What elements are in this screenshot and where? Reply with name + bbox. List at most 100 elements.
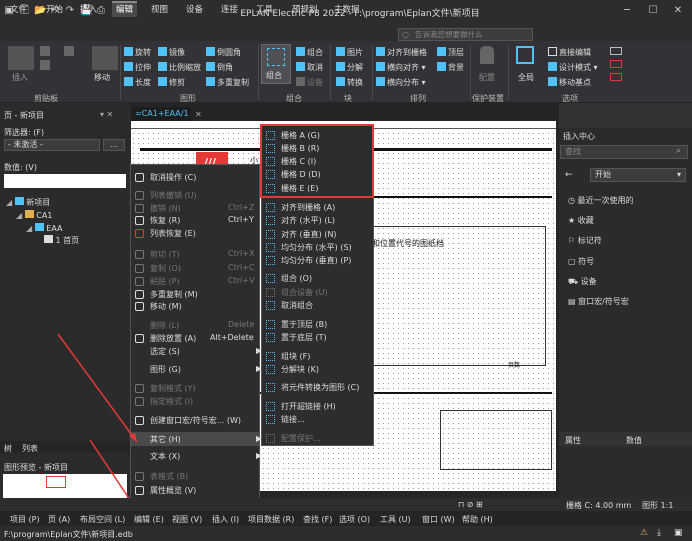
stretch-button[interactable]: 拉伸: [124, 62, 151, 73]
filter-options-button[interactable]: …: [103, 139, 125, 151]
move-icon[interactable]: [92, 46, 118, 70]
item-device[interactable]: ⛟ 设备: [568, 276, 597, 287]
classic-menu-item[interactable]: 编辑 (E): [134, 514, 164, 525]
image-button[interactable]: 图片: [336, 47, 363, 58]
submenu-item[interactable]: 分解块 (K): [266, 364, 319, 375]
submenu-item[interactable]: 对齐 (垂直) (N): [266, 229, 337, 240]
classic-menu-item[interactable]: 插入 (I): [212, 514, 239, 525]
length-button[interactable]: 长度: [124, 77, 151, 88]
back-icon[interactable]: ←: [565, 170, 573, 180]
move-base-point-button[interactable]: 移动基点: [548, 77, 591, 88]
search-input[interactable]: 告诉我您想要做什么: [398, 28, 533, 41]
tab-tools[interactable]: 工具: [256, 3, 273, 15]
submenu-item[interactable]: 置于顶层 (B): [266, 319, 327, 330]
option-icon-2[interactable]: [610, 60, 622, 68]
submenu-item[interactable]: 链接...: [266, 414, 305, 425]
context-menu-item[interactable]: 取消操作 (C): [135, 172, 256, 183]
scale-button[interactable]: 比例缩放: [158, 62, 201, 73]
item-symbol[interactable]: ▢ 符号: [568, 256, 594, 267]
design-mode-button[interactable]: 设计模式 ▾: [548, 62, 598, 73]
tree-item-page-1[interactable]: 1 首页: [44, 235, 79, 246]
redo-icon[interactable]: ↷: [64, 5, 76, 17]
option-icon-3[interactable]: [610, 73, 622, 81]
tab-tree[interactable]: 树: [4, 443, 12, 454]
doc-tab[interactable]: =CA1+EAA/1: [131, 107, 191, 121]
top-layer-button[interactable]: 顶层: [437, 47, 464, 58]
classic-menu-item[interactable]: 项目数据 (R): [248, 514, 294, 525]
insert-center-nav[interactable]: 开始 ▾: [590, 168, 686, 182]
open-icon[interactable]: 📂: [34, 5, 46, 17]
tab-list[interactable]: 列表: [22, 443, 38, 454]
search-icon[interactable]: ⌕: [676, 146, 681, 156]
insert-center-search[interactable]: 查找: [560, 145, 688, 159]
submenu-item[interactable]: 均匀分布 (水平) (S): [266, 242, 352, 253]
tab-device[interactable]: 设备: [186, 3, 203, 15]
tab-connect[interactable]: 连接: [221, 3, 238, 15]
value-input[interactable]: [4, 174, 126, 188]
submenu-item[interactable]: 均匀分布 (垂直) (P): [266, 255, 351, 266]
classic-menu-item[interactable]: 窗口 (W): [422, 514, 455, 525]
distribute-horizontal-button[interactable]: 横向分布 ▾: [376, 77, 426, 88]
tree-item-eaa[interactable]: ◢ EAA: [26, 223, 62, 233]
classic-menu-item[interactable]: 视图 (V): [172, 514, 202, 525]
filter-select[interactable]: - 未激活 -: [4, 139, 100, 151]
doc-tab-close-icon[interactable]: ✕: [195, 110, 202, 119]
multi-copy-button[interactable]: 多重复制: [206, 77, 249, 88]
chamfer-button[interactable]: 倒角: [206, 62, 233, 73]
cut-icon[interactable]: [40, 46, 50, 56]
align-grid-button[interactable]: 对齐到栅格: [376, 47, 427, 58]
paste-icon[interactable]: [8, 46, 34, 70]
warning-icon[interactable]: ⚠: [640, 528, 648, 538]
submenu-item[interactable]: 打开超链接 (H): [266, 401, 336, 412]
submenu-item[interactable]: 置于底层 (T): [266, 332, 327, 343]
convert-button[interactable]: 转换: [336, 77, 363, 88]
submenu-item[interactable]: 组块 (F): [266, 351, 310, 362]
context-menu-item[interactable]: 多重复制 (M): [135, 289, 256, 300]
tree-item-ca1[interactable]: ◢ CA1: [16, 210, 52, 220]
submenu-item[interactable]: 取消组合: [266, 300, 313, 311]
rotate-button[interactable]: 旋转: [124, 47, 151, 58]
trim-button[interactable]: 修剪: [158, 77, 185, 88]
group-small-button[interactable]: 组合: [296, 47, 323, 58]
classic-menu-item[interactable]: 项目 (P): [10, 514, 40, 525]
tab-file[interactable]: 文件: [10, 3, 27, 15]
classic-menu-item[interactable]: 选项 (O): [339, 514, 370, 525]
close-icon[interactable]: ✕: [671, 4, 685, 18]
move-button[interactable]: 移动: [94, 72, 110, 83]
tab-master-data[interactable]: 主数据: [334, 3, 360, 15]
item-marker[interactable]: ⚐ 标记符: [568, 235, 602, 246]
tab-insert[interactable]: 插入: [80, 3, 97, 15]
copy-icon[interactable]: [64, 46, 74, 56]
submenu-item[interactable]: 对齐到栅格 (A): [266, 202, 335, 213]
align-horizontal-button[interactable]: 横向对齐 ▾: [376, 62, 426, 73]
item-favorites[interactable]: ★ 收藏: [568, 215, 594, 226]
tab-edit[interactable]: 编辑: [112, 1, 138, 17]
classic-menu-item[interactable]: 布局空间 (L): [80, 514, 125, 525]
fillet-button[interactable]: 倒圆角: [206, 47, 241, 58]
item-recent[interactable]: ◷ 最近一次使用的: [568, 195, 634, 206]
copy-format-icon[interactable]: [40, 60, 50, 70]
extra-icon[interactable]: ▣: [674, 528, 683, 538]
submenu-item[interactable]: 组合 (O): [266, 273, 312, 284]
minimize-icon[interactable]: ─: [620, 4, 634, 18]
classic-menu-item[interactable]: 帮助 (H): [462, 514, 493, 525]
mirror-button[interactable]: 镜像: [158, 47, 185, 58]
classic-menu-item[interactable]: 页 (A): [48, 514, 70, 525]
context-menu-item[interactable]: 列表恢复 (E): [135, 228, 256, 239]
explode-button[interactable]: 分解: [336, 62, 363, 73]
paste-button[interactable]: 插入: [12, 72, 28, 83]
submenu-item[interactable]: 将元件转换为图形 (C): [266, 382, 359, 393]
background-button[interactable]: 背景: [437, 62, 464, 73]
direct-edit-button[interactable]: 直接编辑: [548, 47, 591, 58]
context-menu-item[interactable]: 移动 (M): [135, 301, 256, 312]
tab-preplanning[interactable]: 预规划: [292, 3, 318, 15]
download-icon[interactable]: ⤓: [657, 528, 661, 538]
maximize-icon[interactable]: ☐: [646, 4, 660, 18]
classic-menu-item[interactable]: 工具 (U): [380, 514, 411, 525]
option-icon-1[interactable]: [610, 47, 622, 55]
global-button[interactable]: 全局: [518, 72, 534, 83]
ungroup-button[interactable]: 取消: [296, 62, 323, 73]
tab-view[interactable]: 视图: [151, 3, 168, 15]
snap-icons[interactable]: ⊓ ⊘ ⊞: [458, 500, 483, 509]
tree-item-project[interactable]: ◢ 新项目: [6, 197, 50, 208]
